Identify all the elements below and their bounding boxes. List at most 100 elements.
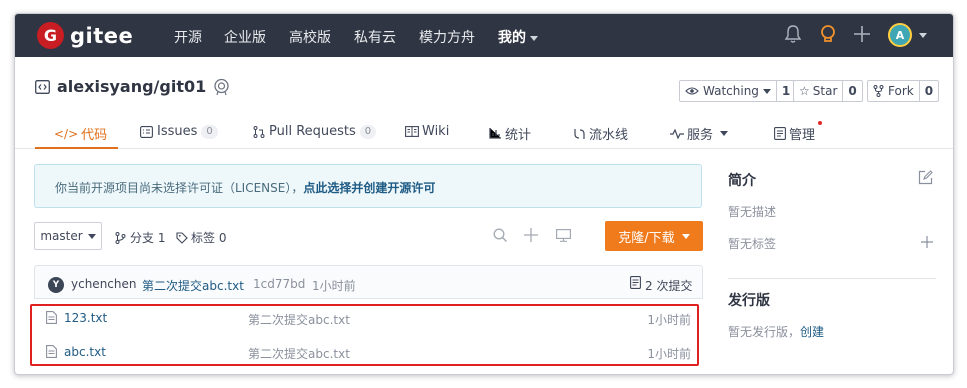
- bell-icon[interactable]: [784, 24, 802, 44]
- tags-count: 标签 0: [191, 231, 227, 245]
- commit-hash[interactable]: 1cd77bd: [253, 277, 305, 291]
- no-description-text: 暂无描述: [728, 205, 777, 219]
- tab-manage-label: 管理: [789, 128, 816, 143]
- lightbulb-icon[interactable]: [819, 24, 837, 45]
- create-license-link[interactable]: 点此选择并创建开源许可: [303, 181, 435, 195]
- nav-item-private-cloud[interactable]: 私有云: [354, 27, 396, 47]
- intro-title: 简介: [728, 173, 756, 189]
- create-release-link[interactable]: 创建: [800, 325, 824, 339]
- tab-code[interactable]: </> 代码: [54, 124, 108, 144]
- chevron-down-icon: [681, 233, 690, 239]
- nav-item-education[interactable]: 高校版: [289, 27, 331, 47]
- user-avatar[interactable]: A: [888, 23, 912, 47]
- repo-code-icon: [35, 80, 50, 94]
- nav-item-mine-label: 我的: [498, 30, 526, 46]
- tab-issues-label: Issues: [157, 124, 198, 139]
- fork-label: Fork: [888, 84, 914, 98]
- tab-stats[interactable]: 统计: [489, 124, 531, 143]
- watch-button-group: Watching 1: [679, 80, 797, 102]
- fork-button[interactable]: Fork: [868, 81, 920, 101]
- gitee-logo[interactable]: G gitee: [37, 22, 133, 49]
- commit-author-avatar[interactable]: Y: [48, 277, 64, 293]
- no-release-label: 暂无发行版，: [728, 325, 801, 339]
- fork-count[interactable]: 0: [920, 81, 938, 101]
- star-count[interactable]: 0: [843, 81, 861, 101]
- commits-count-link[interactable]: 2 次提交: [645, 277, 692, 294]
- issues-count-badge: 0: [201, 124, 218, 139]
- fork-icon: [873, 85, 884, 97]
- tab-wiki[interactable]: Wiki: [405, 124, 449, 139]
- star-icon: ☆: [799, 84, 810, 98]
- clone-download-label: 克隆/下载: [618, 230, 675, 246]
- branches-count: 分支 1: [130, 231, 166, 245]
- avatar-chevron-down-icon[interactable]: [919, 33, 927, 38]
- tab-issues[interactable]: Issues 0: [140, 124, 218, 139]
- web-ide-icon[interactable]: [556, 229, 571, 242]
- pipeline-icon: [574, 128, 585, 139]
- chevron-down-icon: [720, 131, 729, 136]
- tab-wiki-label: Wiki: [422, 124, 450, 139]
- star-button[interactable]: ☆ Star: [794, 81, 844, 101]
- license-notice: 你当前开源项目尚未选择许可证（LICENSE），点此选择并创建开源许可: [34, 164, 702, 208]
- plus-icon[interactable]: [853, 24, 871, 44]
- latest-commit-bar: Y ychenchen 第二次提交abc.txt 1cd77bd 1小时前 2 …: [34, 265, 703, 299]
- tab-pipeline-label: 流水线: [589, 128, 629, 143]
- branch-selector[interactable]: master: [34, 222, 102, 250]
- repo-tabs: </> 代码 Issues 0 Pull Requests 0 Wiki 统计 流水线…: [15, 115, 953, 149]
- tab-manage[interactable]: 管理: [774, 124, 815, 143]
- tab-services-label: 服务: [687, 128, 714, 143]
- fork-button-group: Fork 0: [867, 80, 940, 102]
- top-navbar: G gitee 开源 企业版 高校版 私有云 模力方舟 我的 A: [15, 14, 953, 57]
- branches-link[interactable]: 分支 1: [115, 229, 165, 246]
- bar-chart-icon: [489, 128, 501, 139]
- tags-link[interactable]: 标签 0: [176, 229, 226, 246]
- no-tags-text: 暂无标签: [728, 237, 777, 251]
- commits-doc-icon: [630, 276, 641, 289]
- recommend-badge-icon: [214, 78, 229, 96]
- star-button-group: ☆ Star 0: [793, 80, 863, 102]
- search-icon[interactable]: [493, 228, 508, 243]
- highlight-annotation-box: [30, 304, 699, 366]
- chevron-down-icon: [762, 88, 771, 94]
- commit-time: 1小时前: [312, 279, 356, 293]
- commit-author[interactable]: ychenchen: [71, 277, 136, 291]
- add-tag-icon[interactable]: [920, 235, 934, 249]
- clone-download-button[interactable]: 克隆/下载: [605, 221, 703, 251]
- edit-icon[interactable]: [918, 170, 933, 185]
- code-icon: </>: [54, 126, 79, 141]
- branch-name: master: [40, 229, 83, 243]
- tab-code-label: 代码: [81, 128, 108, 143]
- add-file-icon[interactable]: [524, 228, 538, 242]
- tab-pipeline[interactable]: 流水线: [573, 124, 628, 143]
- browser-frame: G gitee 开源 企业版 高校版 私有云 模力方舟 我的 A alexisy…: [14, 13, 954, 375]
- tab-pull-requests-label: Pull Requests: [269, 124, 356, 139]
- tab-pull-requests[interactable]: Pull Requests 0: [253, 124, 377, 139]
- tab-stats-label: 统计: [505, 128, 532, 143]
- tag-icon: [176, 231, 188, 244]
- repo-title[interactable]: alexisyang/git01: [57, 77, 206, 96]
- manage-doc-icon: [774, 127, 786, 140]
- license-notice-text: 你当前开源项目尚未选择许可证（LICENSE），: [55, 181, 304, 195]
- releases-title: 发行版: [728, 293, 770, 309]
- branch-icon: [115, 231, 126, 244]
- watch-label: Watching: [703, 84, 759, 98]
- star-label: Star: [812, 84, 838, 98]
- watch-button[interactable]: Watching: [680, 81, 777, 101]
- notification-dot: [818, 121, 822, 125]
- nav-item-enterprise[interactable]: 企业版: [224, 27, 266, 47]
- pr-count-badge: 0: [359, 124, 377, 139]
- nav-item-moli-fangzhou[interactable]: 模力方舟: [419, 27, 475, 47]
- pulse-icon: [670, 128, 684, 139]
- gitee-logo-icon: G: [37, 22, 64, 49]
- nav-item-open-source[interactable]: 开源: [174, 27, 202, 47]
- nav-item-mine[interactable]: 我的: [498, 27, 538, 47]
- tab-services[interactable]: 服务: [670, 124, 729, 143]
- sidebar-divider: [728, 278, 936, 279]
- commit-message[interactable]: 第二次提交abc.txt: [142, 277, 244, 294]
- brand-name: gitee: [70, 23, 134, 48]
- chevron-down-icon: [87, 233, 96, 239]
- no-release-text: 暂无发行版，创建: [728, 323, 824, 340]
- pull-request-icon: [253, 125, 265, 138]
- issues-icon: [140, 125, 153, 138]
- active-tab-indicator: [35, 147, 118, 149]
